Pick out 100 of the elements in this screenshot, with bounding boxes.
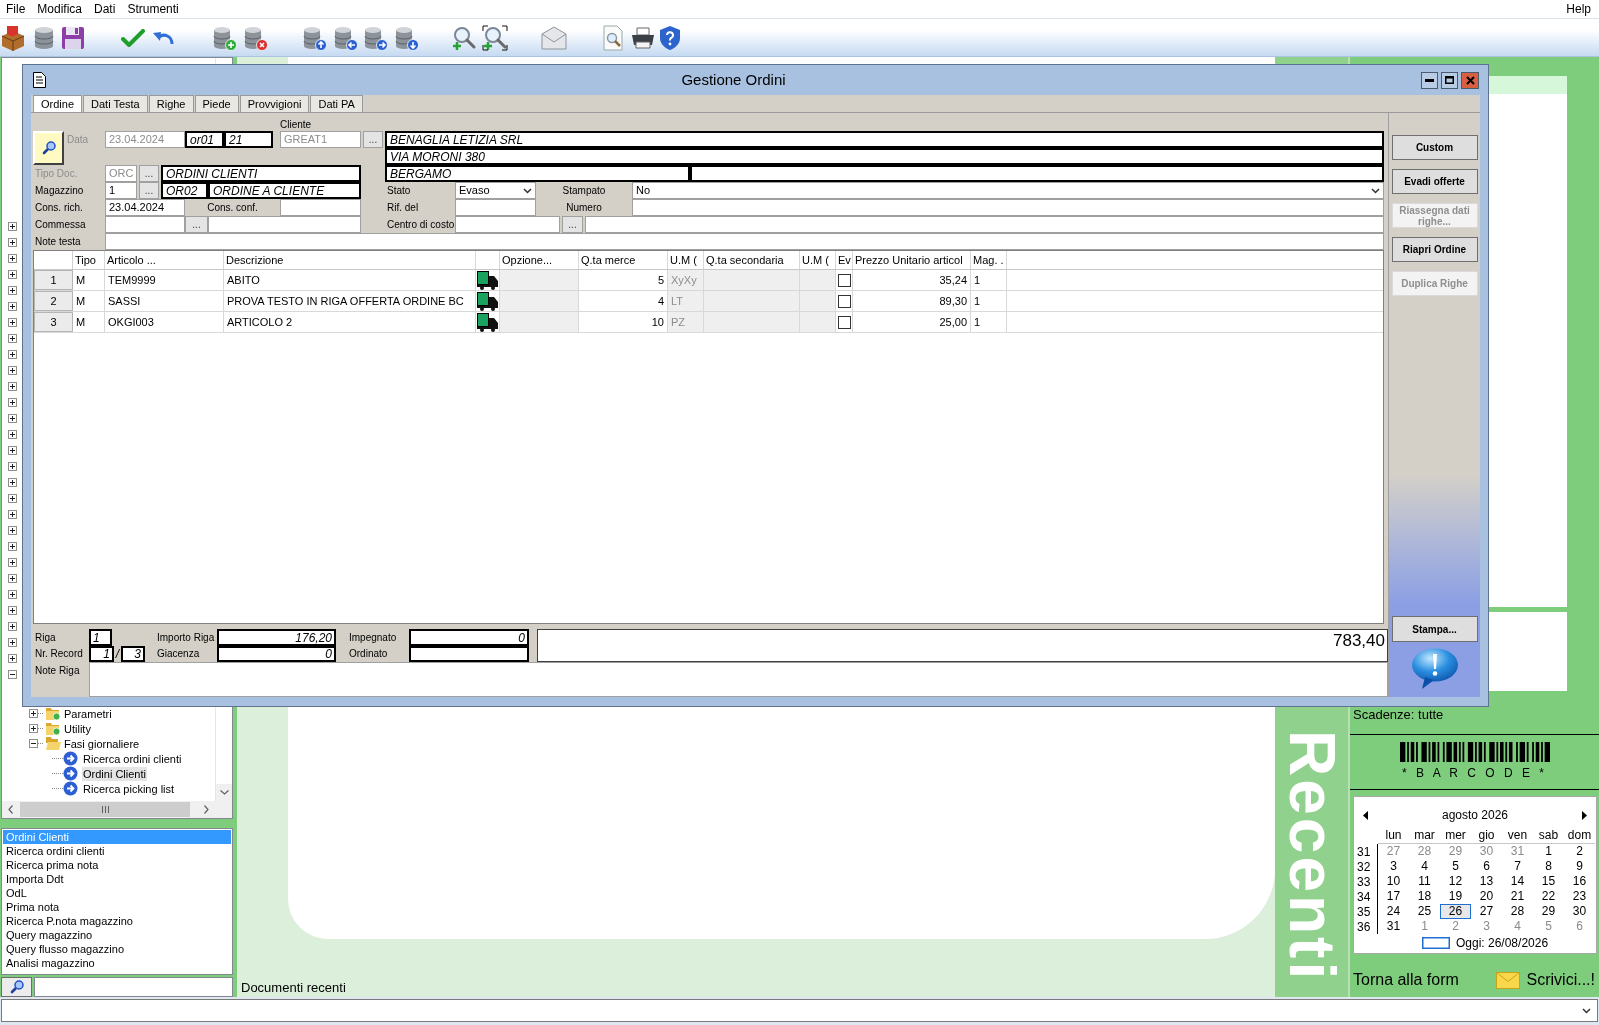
database-down-icon[interactable] — [393, 24, 419, 51]
column-header[interactable]: Q.ta merce — [581, 253, 636, 267]
date-field[interactable]: 23.04.2024 — [105, 199, 185, 216]
calendar-month[interactable]: agosto 2026 — [1441, 808, 1509, 822]
plus-icon[interactable] — [8, 461, 17, 471]
menu-item[interactable]: Modifica — [31, 0, 89, 18]
plus-icon[interactable] — [8, 237, 17, 247]
envelope-icon[interactable] — [541, 25, 567, 50]
database-right-icon[interactable] — [362, 24, 388, 51]
lookup-button[interactable]: ... — [139, 182, 159, 199]
column-header[interactable]: Descrizione — [226, 253, 284, 267]
plus-icon[interactable] — [8, 301, 17, 311]
caret-left-icon[interactable] — [1363, 810, 1368, 820]
row-header[interactable]: 1 — [34, 270, 73, 290]
plus-icon[interactable] — [8, 445, 17, 455]
notes-field[interactable] — [89, 662, 1388, 697]
plus-icon[interactable] — [8, 477, 17, 487]
action-button[interactable]: Riapri Ordine — [1391, 237, 1478, 262]
scrollbar-thumb[interactable] — [20, 802, 190, 817]
print-button[interactable]: Stampa... — [1391, 616, 1478, 642]
tree-item[interactable]: Fasi giornaliere — [64, 736, 140, 751]
plus-icon[interactable] — [8, 541, 17, 551]
action-button[interactable]: Custom — [1391, 135, 1478, 160]
back-link[interactable]: Torna alla form — [1353, 970, 1459, 990]
code-field[interactable]: 1 — [105, 182, 137, 199]
check-icon[interactable] — [121, 28, 145, 47]
plus-icon[interactable] — [8, 509, 17, 519]
notes-field[interactable] — [105, 233, 1384, 250]
column-header[interactable]: Mag. . — [973, 253, 1004, 267]
today-label[interactable]: Oggi: 26/08/2026 — [1456, 936, 1549, 950]
deadlines-label[interactable]: Scadenze: tutte — [1353, 707, 1444, 722]
database-left-icon[interactable] — [332, 24, 358, 51]
close-button[interactable] — [1461, 71, 1479, 89]
plus-icon[interactable] — [8, 525, 17, 535]
plus-icon[interactable] — [8, 221, 17, 231]
minus-icon[interactable] — [8, 669, 17, 679]
search-button[interactable] — [1, 977, 32, 997]
plus-icon[interactable] — [8, 317, 17, 327]
input-field[interactable] — [690, 165, 1384, 182]
quantity-field[interactable] — [409, 646, 529, 662]
save-icon[interactable] — [60, 24, 86, 51]
column-header[interactable]: Tipo — [75, 253, 96, 267]
column-header[interactable]: Ev — [838, 253, 851, 267]
zoom-in-icon[interactable] — [451, 24, 477, 51]
printer-icon[interactable] — [630, 26, 656, 49]
number-field[interactable]: 21 — [224, 131, 273, 148]
tab[interactable]: Dati PA — [310, 95, 363, 112]
search-field[interactable] — [34, 977, 233, 997]
checkbox[interactable] — [837, 273, 851, 287]
input-field[interactable] — [455, 216, 560, 233]
plus-icon[interactable] — [8, 573, 17, 583]
plus-icon[interactable] — [8, 365, 17, 375]
plus-icon[interactable] — [8, 285, 17, 295]
description-field[interactable]: ORDINE A CLIENTE — [208, 182, 361, 199]
plus-icon[interactable] — [8, 429, 17, 439]
command-dropdown[interactable] — [1, 999, 1598, 1022]
undo-icon[interactable] — [152, 30, 174, 45]
minus-icon[interactable] — [29, 739, 38, 748]
tree-item[interactable]: Ordini Clienti — [82, 766, 147, 781]
row-header[interactable]: 3 — [34, 312, 73, 332]
plus-icon[interactable] — [8, 253, 17, 263]
help-bubble-icon[interactable] — [1410, 648, 1459, 690]
column-header[interactable]: Articolo ... — [107, 253, 156, 267]
boxes-icon[interactable] — [0, 24, 26, 51]
input-field[interactable] — [585, 216, 1384, 233]
plus-icon[interactable] — [29, 724, 38, 733]
tab[interactable]: Piede — [194, 95, 239, 112]
plus-icon[interactable] — [8, 269, 17, 279]
record-total-field[interactable]: 3 — [121, 646, 145, 662]
plus-icon[interactable] — [8, 397, 17, 407]
date-field[interactable] — [280, 199, 361, 216]
record-field[interactable]: 1 — [89, 646, 114, 662]
menu-item[interactable]: File — [0, 0, 32, 18]
tab[interactable]: Provvigioni — [239, 95, 310, 112]
dropdown[interactable]: No — [632, 182, 1384, 199]
minimize-button[interactable] — [1421, 71, 1438, 89]
shield-help-icon[interactable] — [659, 24, 681, 51]
caret-right-icon[interactable] — [1582, 810, 1587, 820]
total-field[interactable]: 783,40 — [537, 629, 1388, 662]
menu-item[interactable]: Strumenti — [121, 0, 185, 18]
database-delete-icon[interactable] — [242, 24, 268, 51]
menu-item[interactable]: Dati — [88, 0, 122, 18]
plus-icon[interactable] — [8, 637, 17, 647]
plus-icon[interactable] — [8, 493, 17, 503]
plus-icon[interactable] — [8, 653, 17, 663]
plus-icon[interactable] — [8, 413, 17, 423]
maximize-button[interactable] — [1441, 71, 1458, 89]
plus-icon[interactable] — [8, 381, 17, 391]
dropdown[interactable]: Evaso — [455, 182, 536, 199]
plus-icon[interactable] — [8, 349, 17, 359]
plus-icon[interactable] — [8, 605, 17, 615]
checkbox[interactable] — [837, 315, 851, 329]
stock-field[interactable]: 0 — [217, 646, 336, 662]
action-button[interactable]: Evadi offerte — [1391, 169, 1478, 194]
tree-item[interactable]: Parametri — [64, 706, 112, 721]
input-field[interactable] — [632, 199, 1384, 216]
database-up-icon[interactable] — [301, 24, 327, 51]
plus-icon[interactable] — [8, 557, 17, 567]
row-header[interactable]: 2 — [34, 291, 73, 311]
plus-icon[interactable] — [8, 621, 17, 631]
